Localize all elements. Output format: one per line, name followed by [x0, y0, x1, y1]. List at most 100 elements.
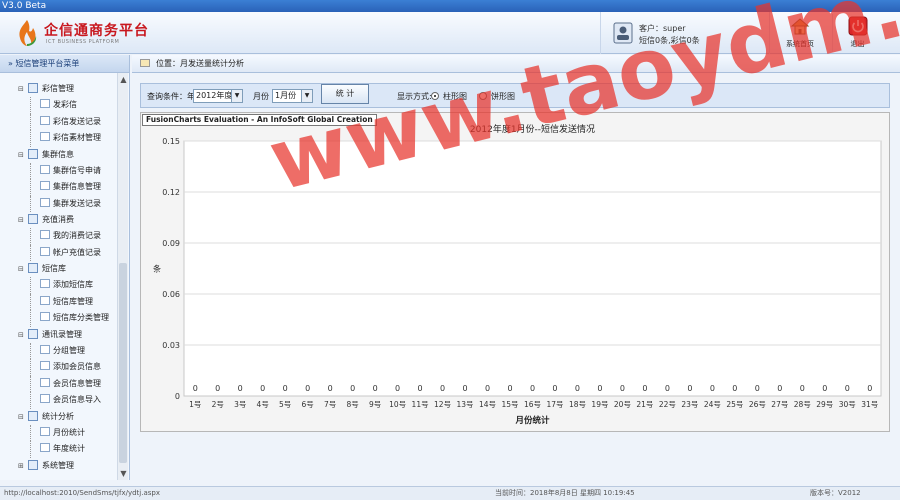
menu-item-library-manage[interactable]: 短信库管理	[0, 293, 117, 311]
year-select-value: 2012年度	[196, 91, 233, 100]
status-bar: http://localhost:2010/SendSms/tjfx/ydtj.…	[0, 486, 900, 500]
x-tick-label: 26号	[749, 400, 766, 409]
menu-item-label: 添加短信库	[53, 280, 93, 289]
filter-bar: 查询条件：年份 2012年度 ▼ 月份 1月份 ▼ 统 计 显示方式: 柱形图 …	[140, 83, 890, 108]
chart-panel: 2012年度1月份--短信发送情况 0 0.03 0.06 0.09 0.12 0.15 条 0…	[140, 112, 890, 432]
year-stats-icon	[40, 443, 50, 452]
bar-value-label: 0	[620, 384, 625, 393]
month-select-value: 1月份	[275, 91, 297, 100]
menu-item-label: 集群信号申请	[53, 165, 101, 175]
statistics-button[interactable]: 统 计	[321, 84, 369, 104]
menu-group-recharge[interactable]: ⊟ 充值消费	[0, 212, 117, 228]
window-title: V3.0 Beta	[2, 1, 47, 11]
menu-group-label: 统计分析	[42, 411, 74, 421]
menu-item-mms-materials[interactable]: 彩信素材管理	[0, 130, 117, 147]
exit-button[interactable]: 退出	[832, 14, 882, 52]
bar-value-label: 0	[215, 384, 220, 393]
menu-group-contacts[interactable]: ⊟ 通讯录管理	[0, 327, 117, 343]
menu-item-cluster-apply[interactable]: 集群信号申请	[0, 162, 117, 180]
x-tick-label: 25号	[726, 400, 743, 409]
menu-item-add-member[interactable]: 添加会员信息	[0, 359, 117, 376]
mms-folder-icon	[28, 83, 38, 93]
x-tick-label: 12号	[434, 400, 451, 409]
y-tick-label: 0.03	[162, 341, 180, 350]
system-home-button[interactable]: 系统首页	[775, 14, 825, 52]
window-titlebar: V3.0 Beta	[0, 0, 900, 12]
bar-value-label: 0	[867, 384, 872, 393]
menu-item-recharge-records[interactable]: 帐户充值记录	[0, 244, 117, 262]
menu-item-library-category[interactable]: 短信库分类管理	[0, 310, 117, 327]
scroll-down-icon[interactable]: ▼	[118, 469, 129, 478]
menu-group-statistics[interactable]: ⊟ 统计分析	[0, 409, 117, 425]
menu-item-my-consumption[interactable]: 我的消费记录	[0, 228, 117, 245]
library-category-icon	[40, 312, 50, 321]
x-tick-label: 20号	[614, 400, 631, 409]
menu-group-sms-library[interactable]: ⊟ 短信库	[0, 261, 117, 277]
system-home-label: 系统首页	[786, 40, 814, 48]
menu-item-label: 彩信素材管理	[53, 133, 101, 142]
brand-name: 企信通商务平台	[44, 23, 149, 39]
year-select[interactable]: 2012年度 ▼	[193, 89, 243, 103]
bar-chart-label: 柱形图	[443, 92, 467, 101]
menu-item-add-library[interactable]: 添加短信库	[0, 277, 117, 294]
menu-group-mms[interactable]: ⊟ 彩信管理	[0, 81, 117, 97]
menu-item-year-stats[interactable]: 年度统计	[0, 441, 117, 458]
bar-chart-radio[interactable]	[431, 92, 439, 100]
menu-item-cluster-manage[interactable]: 集群信息管理	[0, 179, 117, 196]
month-select[interactable]: 1月份 ▼	[272, 89, 313, 103]
contacts-folder-icon	[28, 328, 38, 339]
x-tick-label: 9号	[369, 400, 381, 409]
status-time: 当前时间：2018年8月8日 星期四 10:19:45	[495, 489, 635, 497]
bar-value-label: 0	[350, 384, 355, 393]
month-stats-icon	[40, 426, 50, 436]
user-account: 客户：super	[639, 24, 686, 33]
bar-value-label: 0	[260, 384, 265, 393]
month-label: 月份	[253, 92, 269, 101]
menu-item-mms-records[interactable]: 彩信发送记录	[0, 113, 117, 131]
plot-area	[183, 140, 882, 397]
y-tick-label: 0	[175, 392, 180, 401]
x-tick-label: 31号	[861, 400, 878, 409]
x-tick-label: 8号	[346, 400, 358, 409]
menu-item-cluster-records[interactable]: 集群发送记录	[0, 195, 117, 213]
bar-value-label: 0	[597, 384, 602, 393]
menu-item-label: 添加会员信息	[53, 362, 101, 371]
consumption-icon	[40, 230, 50, 239]
x-tick-label: 28号	[794, 400, 811, 409]
menu-group-label: 彩信管理	[42, 84, 74, 93]
menu-item-label: 会员信息导入	[53, 395, 101, 404]
menu-item-label: 集群发送记录	[53, 198, 101, 208]
bar-value-label: 0	[305, 384, 310, 393]
x-axis-label: 月份统计	[514, 415, 550, 426]
menu-item-group-manage[interactable]: 分组管理	[0, 342, 117, 360]
x-tick-label: 4号	[257, 400, 269, 409]
menu-item-label: 月份统计	[53, 427, 85, 437]
menu-group-system[interactable]: ⊞ 系统管理	[0, 458, 117, 474]
cluster-folder-icon	[28, 148, 38, 159]
system-folder-icon	[28, 459, 38, 470]
pie-chart-radio[interactable]	[479, 92, 487, 100]
bar-value-label: 0	[800, 384, 805, 393]
menu-item-send-mms[interactable]: 发彩信	[0, 97, 117, 114]
bar-value-label: 0	[642, 384, 647, 393]
add-library-icon	[40, 279, 50, 288]
bar-value-label: 0	[530, 384, 535, 393]
evaluation-banner: FusionCharts Evaluation - An InfoSoft Gl…	[142, 114, 377, 126]
scroll-up-icon[interactable]: ▲	[118, 75, 129, 84]
menu-group-cluster[interactable]: ⊟ 集群信息	[0, 147, 117, 163]
menu-item-member-manage[interactable]: 会员信息管理	[0, 375, 117, 393]
bar-value-label: 0	[238, 384, 243, 393]
bar-value-label: 0	[845, 384, 850, 393]
menu-group-label: 系统管理	[42, 460, 74, 470]
scrollbar-thumb[interactable]	[119, 263, 127, 463]
mms-materials-icon	[40, 132, 50, 141]
bar-value-label: 0	[418, 384, 423, 393]
member-import-icon	[40, 394, 50, 403]
user-info: 客户：super 短信0条,彩信0条	[600, 12, 770, 54]
bar-value-label: 0	[732, 384, 737, 393]
menu-item-label: 集群信息管理	[53, 182, 101, 191]
menu-item-month-stats[interactable]: 月份统计	[0, 424, 117, 442]
menu-item-member-import[interactable]: 会员信息导入	[0, 392, 117, 409]
x-tick-label: 24号	[704, 400, 721, 409]
sidebar-scrollbar[interactable]: ▲ ▼	[117, 73, 128, 480]
